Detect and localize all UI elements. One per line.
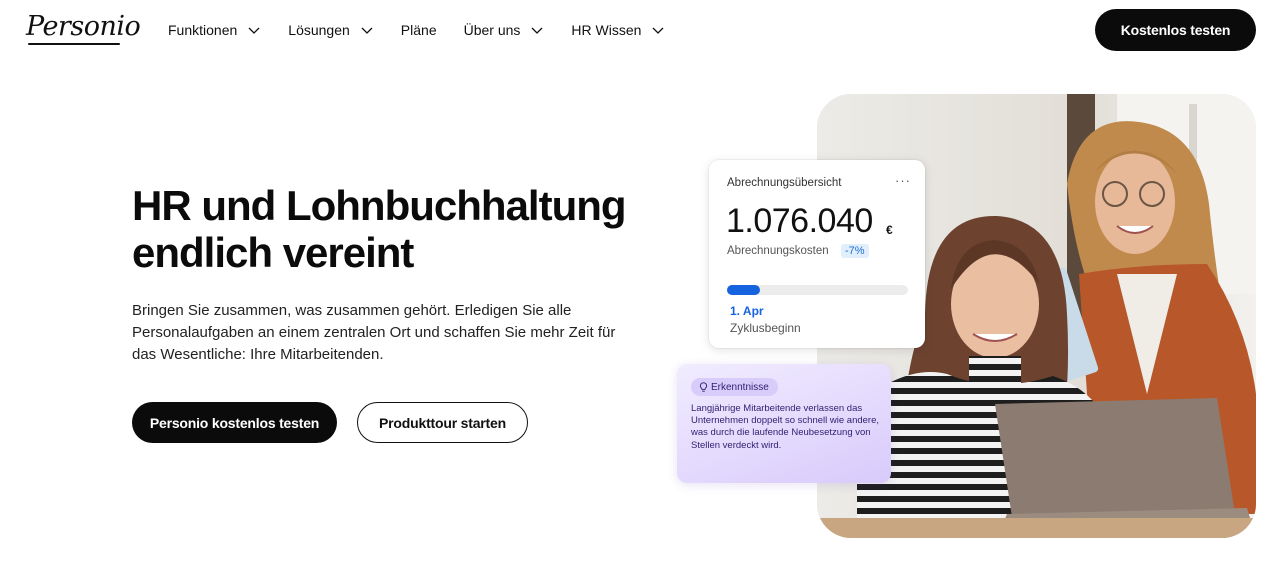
menu-item-label: Funktionen [168, 22, 238, 38]
card-title: Abrechnungsübersicht [727, 177, 842, 189]
menu-item-label: Pläne [400, 22, 437, 38]
change-badge: -7% [841, 244, 869, 258]
more-options-icon[interactable]: ··· [895, 173, 911, 188]
insights-chip: Erkenntnisse [691, 378, 778, 396]
cycle-start-label: Zyklusbeginn [730, 321, 801, 335]
top-navigation: Personio Funktionen Lösungen Pläne Über … [0, 0, 1280, 60]
menu-item-loesungen[interactable]: Lösungen [288, 22, 374, 38]
logo-underline [28, 43, 120, 45]
menu-item-label: HR Wissen [571, 22, 642, 38]
currency-symbol: € [886, 223, 893, 237]
cycle-start-date: 1. Apr [730, 304, 764, 318]
payroll-costs-label: Abrechnungskosten [727, 245, 829, 257]
chevron-down-icon [361, 27, 373, 34]
free-trial-button[interactable]: Kostenlos testen [1095, 9, 1256, 51]
headline-line-2: endlich vereint [132, 229, 414, 276]
insight-text: Langjährige Mitarbeitende verlassen das … [691, 403, 880, 451]
personio-logo[interactable]: Personio [26, 11, 141, 46]
lightbulb-icon [699, 381, 708, 392]
menu-item-label: Lösungen [288, 22, 350, 38]
menu-item-ueber-uns[interactable]: Über uns [464, 22, 545, 38]
chevron-down-icon [652, 27, 664, 34]
cycle-progress-bar [727, 285, 908, 295]
insights-card: Erkenntnisse Langjährige Mitarbeitende v… [677, 364, 891, 483]
hero-description: Bringen Sie zusammen, was zusammen gehör… [132, 302, 616, 363]
payroll-overview-card: Abrechnungsübersicht ··· 1.076.040 € Abr… [709, 160, 925, 348]
start-trial-button[interactable]: Personio kostenlos testen [132, 402, 337, 443]
menu-item-funktionen[interactable]: Funktionen [168, 22, 261, 38]
page-title: HR und Lohnbuchhaltung endlich vereint [132, 182, 652, 276]
menu-item-label: Über uns [463, 22, 521, 38]
chevron-down-icon [248, 27, 260, 34]
cycle-progress-fill [727, 285, 760, 295]
menu-item-hr-wissen[interactable]: HR Wissen [571, 22, 665, 38]
menu-item-plaene[interactable]: Pläne [401, 22, 437, 38]
product-tour-button[interactable]: Produkttour starten [357, 402, 528, 443]
chevron-down-icon [531, 27, 543, 34]
payroll-amount: 1.076.040 [726, 202, 873, 240]
logo-wordmark: Personio [26, 11, 141, 42]
headline-line-1: HR und Lohnbuchhaltung [132, 182, 627, 229]
main-menu: Funktionen Lösungen Pläne Über uns HR Wi… [168, 20, 692, 40]
insights-chip-label: Erkenntnisse [711, 381, 769, 393]
